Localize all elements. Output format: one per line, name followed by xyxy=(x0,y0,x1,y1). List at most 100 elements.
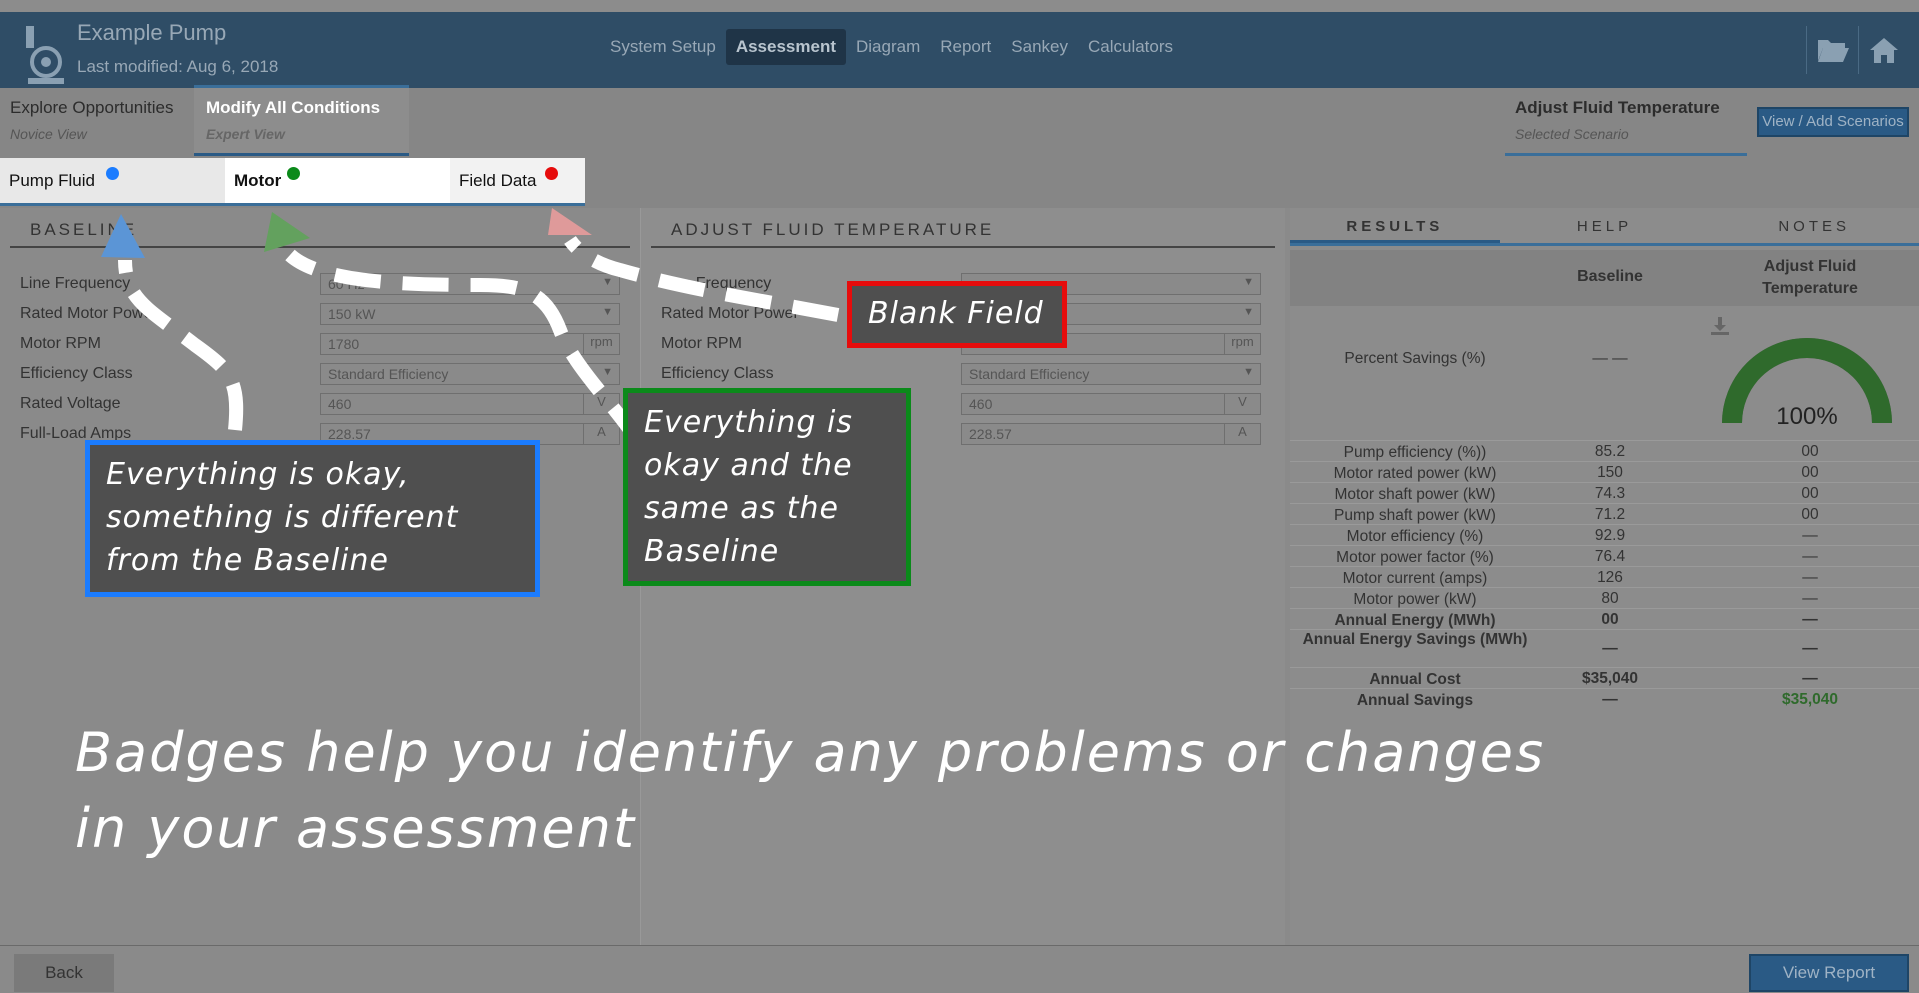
modification-field-value: 460 xyxy=(969,396,993,412)
nav-system-setup[interactable]: System Setup xyxy=(600,29,726,65)
results-row-label: Annual Savings xyxy=(1356,692,1474,709)
results-row-baseline: 00 xyxy=(1601,611,1619,628)
baseline-field-value: 460 xyxy=(328,396,352,412)
baseline-field-unit: A xyxy=(583,424,619,444)
modification-title: ADJUST FLUID TEMPERATURE xyxy=(651,208,1275,248)
baseline-field-unit: rpm xyxy=(583,334,619,354)
baseline-field-value: 60 Hz xyxy=(328,276,365,292)
baseline-field-select[interactable]: Standard Efficiency ▼ xyxy=(320,363,620,385)
baseline-field-label: Rated Motor Power xyxy=(20,305,158,322)
results-row-label: Annual Energy Savings (MWh) xyxy=(1302,631,1528,648)
percent-savings-baseline: — — xyxy=(1592,350,1628,367)
results-row-modification: — xyxy=(1802,548,1818,565)
tab-pump-fluid-label: Pump Fluid xyxy=(9,171,95,190)
modification-field-label: Line Frequency xyxy=(661,275,772,292)
tab-explore-opportunities[interactable]: Explore Opportunities Novice View xyxy=(0,88,192,158)
modification-field-input[interactable]: 460 V xyxy=(961,393,1261,415)
chevron-down-icon: ▼ xyxy=(1243,366,1254,378)
tab-explore-title: Explore Opportunities xyxy=(10,98,174,117)
results-row-label: Annual Energy (MWh) xyxy=(1334,612,1496,629)
scenario-title: Adjust Fluid Temperature xyxy=(1515,98,1720,117)
chevron-down-icon: ▼ xyxy=(602,306,613,318)
results-row-modification: $35,040 xyxy=(1781,691,1839,708)
tab-motor-label: Motor xyxy=(234,171,282,190)
baseline-field-value: 150 kW xyxy=(328,306,376,322)
callout-changed-line3: from the Baseline xyxy=(106,543,389,578)
callout-same-line3: same as the xyxy=(644,491,840,526)
results-row: Motor power factor (%) 76.4 — xyxy=(1290,545,1919,566)
gauge-value: 100% xyxy=(1776,403,1837,428)
last-modified: Last modified: Aug 6, 2018 xyxy=(77,57,279,76)
view-add-scenarios-button[interactable]: View / Add Scenarios xyxy=(1757,107,1909,137)
baseline-field-select[interactable]: 60 Hz ▼ xyxy=(320,273,620,295)
baseline-title: BASELINE xyxy=(10,208,630,248)
percent-savings-label: Percent Savings (%) xyxy=(1344,350,1486,367)
modification-field-label: Rated Motor Power xyxy=(661,305,799,322)
tab-modify-title: Modify All Conditions xyxy=(206,98,381,117)
back-button[interactable]: Back xyxy=(14,954,114,992)
chevron-down-icon: ▼ xyxy=(1243,306,1254,318)
callout-changed-line1: Everything is okay, xyxy=(106,457,410,492)
savings-gauge: 100% xyxy=(1722,338,1892,428)
app-header: Example Pump Last modified: Aug 6, 2018 … xyxy=(0,12,1919,88)
tutorial-caption: Badges help you identify any problems or… xyxy=(75,715,1675,867)
modification-field-value: 228.57 xyxy=(969,426,1012,442)
modification-field-input[interactable]: 228.57 A xyxy=(961,423,1261,445)
modification-field-label: Motor RPM xyxy=(661,335,742,352)
results-row-label: Motor power factor (%) xyxy=(1336,549,1494,566)
results-row-modification: — xyxy=(1802,611,1818,628)
baseline-field-select[interactable]: 150 kW ▼ xyxy=(320,303,620,325)
folder-open-icon[interactable] xyxy=(1806,26,1854,74)
results-row-label: Motor efficiency (%) xyxy=(1346,528,1484,545)
results-row: Motor shaft power (kW) 74.3 00 xyxy=(1290,482,1919,503)
modification-field-label: Efficiency Class xyxy=(661,365,774,382)
results-row-modification: 00 xyxy=(1801,464,1819,481)
home-icon[interactable] xyxy=(1858,26,1906,74)
top-strip xyxy=(0,0,1919,12)
results-row: Pump shaft power (kW) 71.2 00 xyxy=(1290,503,1919,524)
tab-motor[interactable]: Motor xyxy=(225,158,450,203)
nav-sankey[interactable]: Sankey xyxy=(1001,29,1078,65)
tab-field-data[interactable]: Field Data xyxy=(450,158,585,203)
results-row-modification: 00 xyxy=(1801,506,1819,523)
modification-field-select[interactable]: Standard Efficiency ▼ xyxy=(961,363,1261,385)
scenario-sub: Selected Scenario xyxy=(1515,126,1629,142)
tab-explore-sub: Novice View xyxy=(10,126,87,142)
tab-notes[interactable]: NOTES xyxy=(1709,208,1919,243)
baseline-field-label: Line Frequency xyxy=(20,275,131,292)
baseline-field-label: Efficiency Class xyxy=(20,365,133,382)
nav-report[interactable]: Report xyxy=(930,29,1001,65)
nav-calculators[interactable]: Calculators xyxy=(1078,29,1183,65)
col-baseline: Baseline xyxy=(1577,268,1643,285)
tab-results[interactable]: RESULTS xyxy=(1290,208,1500,243)
results-row: Pump efficiency (%)) 85.2 00 xyxy=(1290,440,1919,461)
baseline-field-label: Rated Voltage xyxy=(20,395,121,412)
results-row-baseline: 71.2 xyxy=(1594,506,1626,523)
baseline-field-input[interactable]: 460 V xyxy=(320,393,620,415)
badge-ok-icon xyxy=(287,167,300,180)
baseline-field-input[interactable]: 1780 rpm xyxy=(320,333,620,355)
results-row-modification: — xyxy=(1802,527,1818,544)
results-row-modification: — xyxy=(1802,670,1818,687)
tab-modify-all-conditions[interactable]: Modify All Conditions Expert View xyxy=(194,85,409,156)
callout-changed-line2: something is different xyxy=(106,500,459,535)
nav-diagram[interactable]: Diagram xyxy=(846,29,930,65)
footer-bar: Back View Report xyxy=(0,945,1919,993)
view-report-button[interactable]: View Report xyxy=(1749,954,1909,992)
nav-assessment[interactable]: Assessment xyxy=(725,29,846,65)
results-row-label: Pump efficiency (%)) xyxy=(1343,444,1487,461)
callout-same-line2: okay and the xyxy=(644,448,853,483)
callout-blank: Blank Field xyxy=(847,281,1067,348)
results-row-baseline: — xyxy=(1602,640,1618,657)
results-row-modification: — xyxy=(1802,569,1818,586)
results-row-baseline: 126 xyxy=(1597,569,1623,586)
results-row-label: Motor current (amps) xyxy=(1342,570,1488,587)
modification-field-unit: rpm xyxy=(1224,334,1260,354)
results-row: Motor power (kW) 80 — xyxy=(1290,587,1919,608)
tab-help[interactable]: HELP xyxy=(1500,208,1710,243)
results-row: Motor rated power (kW) 150 00 xyxy=(1290,461,1919,482)
badge-error-icon xyxy=(545,167,558,180)
baseline-field-value: 1780 xyxy=(328,336,360,352)
results-row-baseline: 74.3 xyxy=(1594,485,1626,502)
tab-pump-fluid[interactable]: Pump Fluid xyxy=(0,158,225,203)
